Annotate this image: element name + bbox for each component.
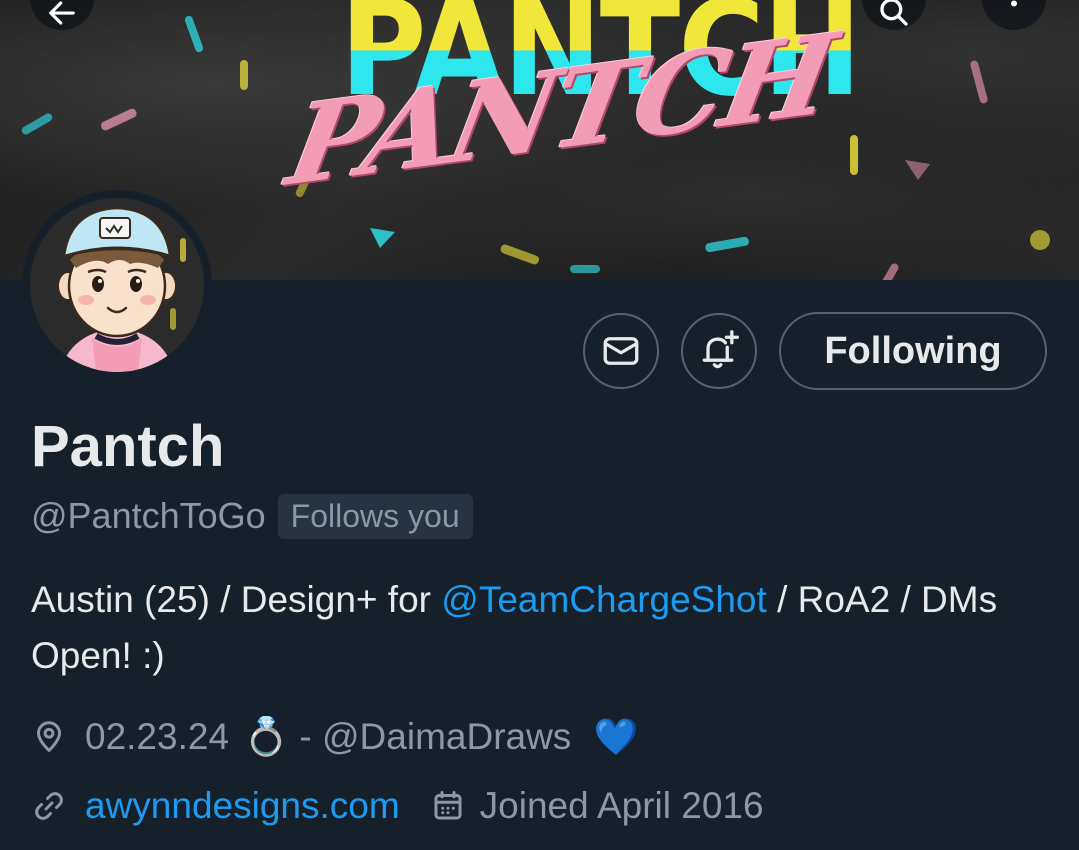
avatar[interactable] <box>22 190 212 380</box>
profile-name: Pantch <box>31 414 225 479</box>
bio-mention-link[interactable]: @TeamChargeShot <box>441 579 767 620</box>
avatar-image <box>30 198 204 372</box>
calendar-icon <box>434 791 462 820</box>
bell-plus-icon <box>702 330 739 369</box>
website-joined-row: awynndesigns.com Joined April 2016 <box>31 781 764 831</box>
profile-handle: @PantchToGo <box>31 495 266 536</box>
follows-you-badge: Follows you <box>277 493 473 539</box>
arrow-left-icon <box>49 1 75 25</box>
notifications-button[interactable] <box>681 313 757 389</box>
location-text: 02.23.24 <box>85 716 230 757</box>
website-link[interactable]: awynndesigns.com <box>85 785 400 827</box>
envelope-icon <box>603 337 639 365</box>
bio-text: Austin (25) / Design+ for <box>31 579 442 620</box>
blue-heart-emoji: 💙 <box>593 716 639 757</box>
message-button[interactable] <box>583 313 659 389</box>
search-icon <box>880 0 908 26</box>
location-pin-icon <box>37 721 61 752</box>
location-suffix: - @DaimaDraws <box>289 716 582 757</box>
profile-bio: Austin (25) / Design+ for @TeamChargeSho… <box>31 572 1051 684</box>
handle-row: @PantchToGo Follows you <box>31 492 473 540</box>
more-vertical-icon <box>1011 0 1017 7</box>
location-row: 02.23.24 💍 - @DaimaDraws 💙 <box>31 712 638 762</box>
following-button[interactable]: Following <box>779 312 1047 390</box>
ring-emoji: 💍 <box>243 715 290 757</box>
joined-date: Joined April 2016 <box>479 785 764 826</box>
link-icon <box>35 792 63 820</box>
